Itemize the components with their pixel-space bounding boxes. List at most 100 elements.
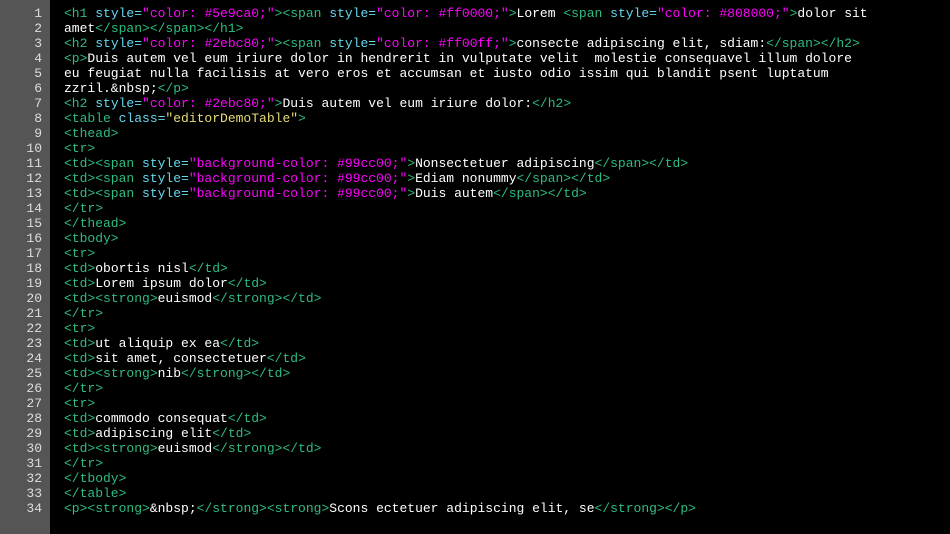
line-number: 12 xyxy=(0,171,42,186)
code-line[interactable]: <td>commodo consequat</td> xyxy=(64,411,868,426)
token-txt: consecte adipiscing elit, sdiam: xyxy=(517,36,767,51)
code-line[interactable]: </tr> xyxy=(64,306,868,321)
token-tag: > xyxy=(407,186,415,201)
token-txt: &nbsp; xyxy=(150,501,197,516)
code-editor-content[interactable]: <h1 style="color: #5e9ca0;"><span style=… xyxy=(50,0,876,534)
line-number: 5 xyxy=(0,66,42,81)
line-number: 33 xyxy=(0,486,42,501)
token-txt: Ediam nonummy xyxy=(415,171,516,186)
code-line[interactable]: <p>Duis autem vel eum iriure dolor in he… xyxy=(64,51,868,66)
token-attr: style= xyxy=(95,6,142,21)
token-tag: <td> xyxy=(64,411,95,426)
code-line[interactable]: <p><strong>&nbsp;</strong><strong>Scons … xyxy=(64,501,868,516)
code-line[interactable]: <td><strong>euismod</strong></td> xyxy=(64,441,868,456)
line-number: 8 xyxy=(0,111,42,126)
line-number: 28 xyxy=(0,411,42,426)
code-line[interactable]: <td>sit amet, consectetuer</td> xyxy=(64,351,868,366)
token-str-yellow: "editorDemoTable" xyxy=(165,111,298,126)
code-line[interactable]: </tr> xyxy=(64,456,868,471)
code-line[interactable]: zzril.&nbsp;</p> xyxy=(64,81,868,96)
token-tag: <tr> xyxy=(64,246,95,261)
code-line[interactable]: <td><span style="background-color: #99cc… xyxy=(64,156,868,171)
token-tag: </td> xyxy=(212,426,251,441)
code-line[interactable]: </tr> xyxy=(64,201,868,216)
code-line[interactable]: <td>adipiscing elit</td> xyxy=(64,426,868,441)
code-line[interactable]: <td><strong>euismod</strong></td> xyxy=(64,291,868,306)
token-tag: </td> xyxy=(189,261,228,276)
line-number: 27 xyxy=(0,396,42,411)
line-number: 24 xyxy=(0,351,42,366)
line-number: 14 xyxy=(0,201,42,216)
code-line[interactable]: <h2 style="color: #2ebc80;">Duis autem v… xyxy=(64,96,868,111)
code-line[interactable]: amet</span></span></h1> xyxy=(64,21,868,36)
line-number: 30 xyxy=(0,441,42,456)
token-tag: <table xyxy=(64,111,119,126)
code-line[interactable]: <table class="editorDemoTable"> xyxy=(64,111,868,126)
token-txt: eu feugiat nulla facilisis at vero eros … xyxy=(64,66,829,81)
code-line[interactable]: <td>ut aliquip ex ea</td> xyxy=(64,336,868,351)
code-line[interactable]: <tr> xyxy=(64,246,868,261)
line-number: 26 xyxy=(0,381,42,396)
code-line[interactable]: </tr> xyxy=(64,381,868,396)
code-line[interactable]: <td>Lorem ipsum dolor</td> xyxy=(64,276,868,291)
token-tag: <thead> xyxy=(64,126,119,141)
line-number: 3 xyxy=(0,36,42,51)
line-number: 7 xyxy=(0,96,42,111)
line-number: 20 xyxy=(0,291,42,306)
code-line[interactable]: <td><strong>nib</strong></td> xyxy=(64,366,868,381)
token-tag: ><span xyxy=(275,36,330,51)
token-attr: style= xyxy=(610,6,657,21)
code-line[interactable]: <h1 style="color: #5e9ca0;"><span style=… xyxy=(64,6,868,21)
code-line[interactable]: </thead> xyxy=(64,216,868,231)
code-line[interactable]: <td><span style="background-color: #99cc… xyxy=(64,186,868,201)
token-tag: <tbody> xyxy=(64,231,119,246)
token-tag: </p> xyxy=(158,81,189,96)
token-txt: Duis autem vel eum iriure dolor in hendr… xyxy=(87,51,852,66)
code-line[interactable]: <tbody> xyxy=(64,231,868,246)
token-txt: Lorem ipsum dolor xyxy=(95,276,228,291)
token-attr: style= xyxy=(95,36,142,51)
token-txt: euismod xyxy=(158,291,213,306)
token-tag: <p><strong> xyxy=(64,501,150,516)
line-number: 32 xyxy=(0,471,42,486)
code-line[interactable]: <tr> xyxy=(64,141,868,156)
token-txt: Duis autem vel eum iriure dolor: xyxy=(282,96,532,111)
token-tag: ><span xyxy=(275,6,330,21)
line-number: 1 xyxy=(0,6,42,21)
code-line[interactable]: <td><span style="background-color: #99cc… xyxy=(64,171,868,186)
code-line[interactable]: <tr> xyxy=(64,321,868,336)
token-attr: class= xyxy=(119,111,166,126)
token-tag: </span></td> xyxy=(595,156,689,171)
token-tag: <h1 xyxy=(64,6,95,21)
token-tag: </td> xyxy=(228,411,267,426)
token-str-pink: "color: #5e9ca0;" xyxy=(142,6,275,21)
code-line[interactable]: <thead> xyxy=(64,126,868,141)
line-number: 25 xyxy=(0,366,42,381)
code-line[interactable]: eu feugiat nulla facilisis at vero eros … xyxy=(64,66,868,81)
code-line[interactable]: <tr> xyxy=(64,396,868,411)
token-tag: <td><span xyxy=(64,156,142,171)
token-tag: <td> xyxy=(64,276,95,291)
code-line[interactable]: <td>obortis nisl</td> xyxy=(64,261,868,276)
token-tag: </strong></p> xyxy=(595,501,696,516)
line-number: 2 xyxy=(0,21,42,36)
code-line[interactable]: </tbody> xyxy=(64,471,868,486)
line-number: 21 xyxy=(0,306,42,321)
code-line[interactable]: <h2 style="color: #2ebc80;"><span style=… xyxy=(64,36,868,51)
token-tag: </span></td> xyxy=(493,186,587,201)
token-tag: <td><span xyxy=(64,171,142,186)
code-line[interactable]: </table> xyxy=(64,486,868,501)
token-attr: style= xyxy=(142,186,189,201)
line-number: 13 xyxy=(0,186,42,201)
token-tag: > xyxy=(509,36,517,51)
token-txt: adipiscing elit xyxy=(95,426,212,441)
token-tag: </tr> xyxy=(64,456,103,471)
token-txt: dolor sit xyxy=(797,6,867,21)
line-number: 10 xyxy=(0,141,42,156)
line-number: 23 xyxy=(0,336,42,351)
token-txt: Lorem xyxy=(517,6,564,21)
token-tag: > xyxy=(509,6,517,21)
token-tag: </td> xyxy=(267,351,306,366)
token-tag: <p> xyxy=(64,51,87,66)
token-tag: </span></span></h1> xyxy=(95,21,243,36)
